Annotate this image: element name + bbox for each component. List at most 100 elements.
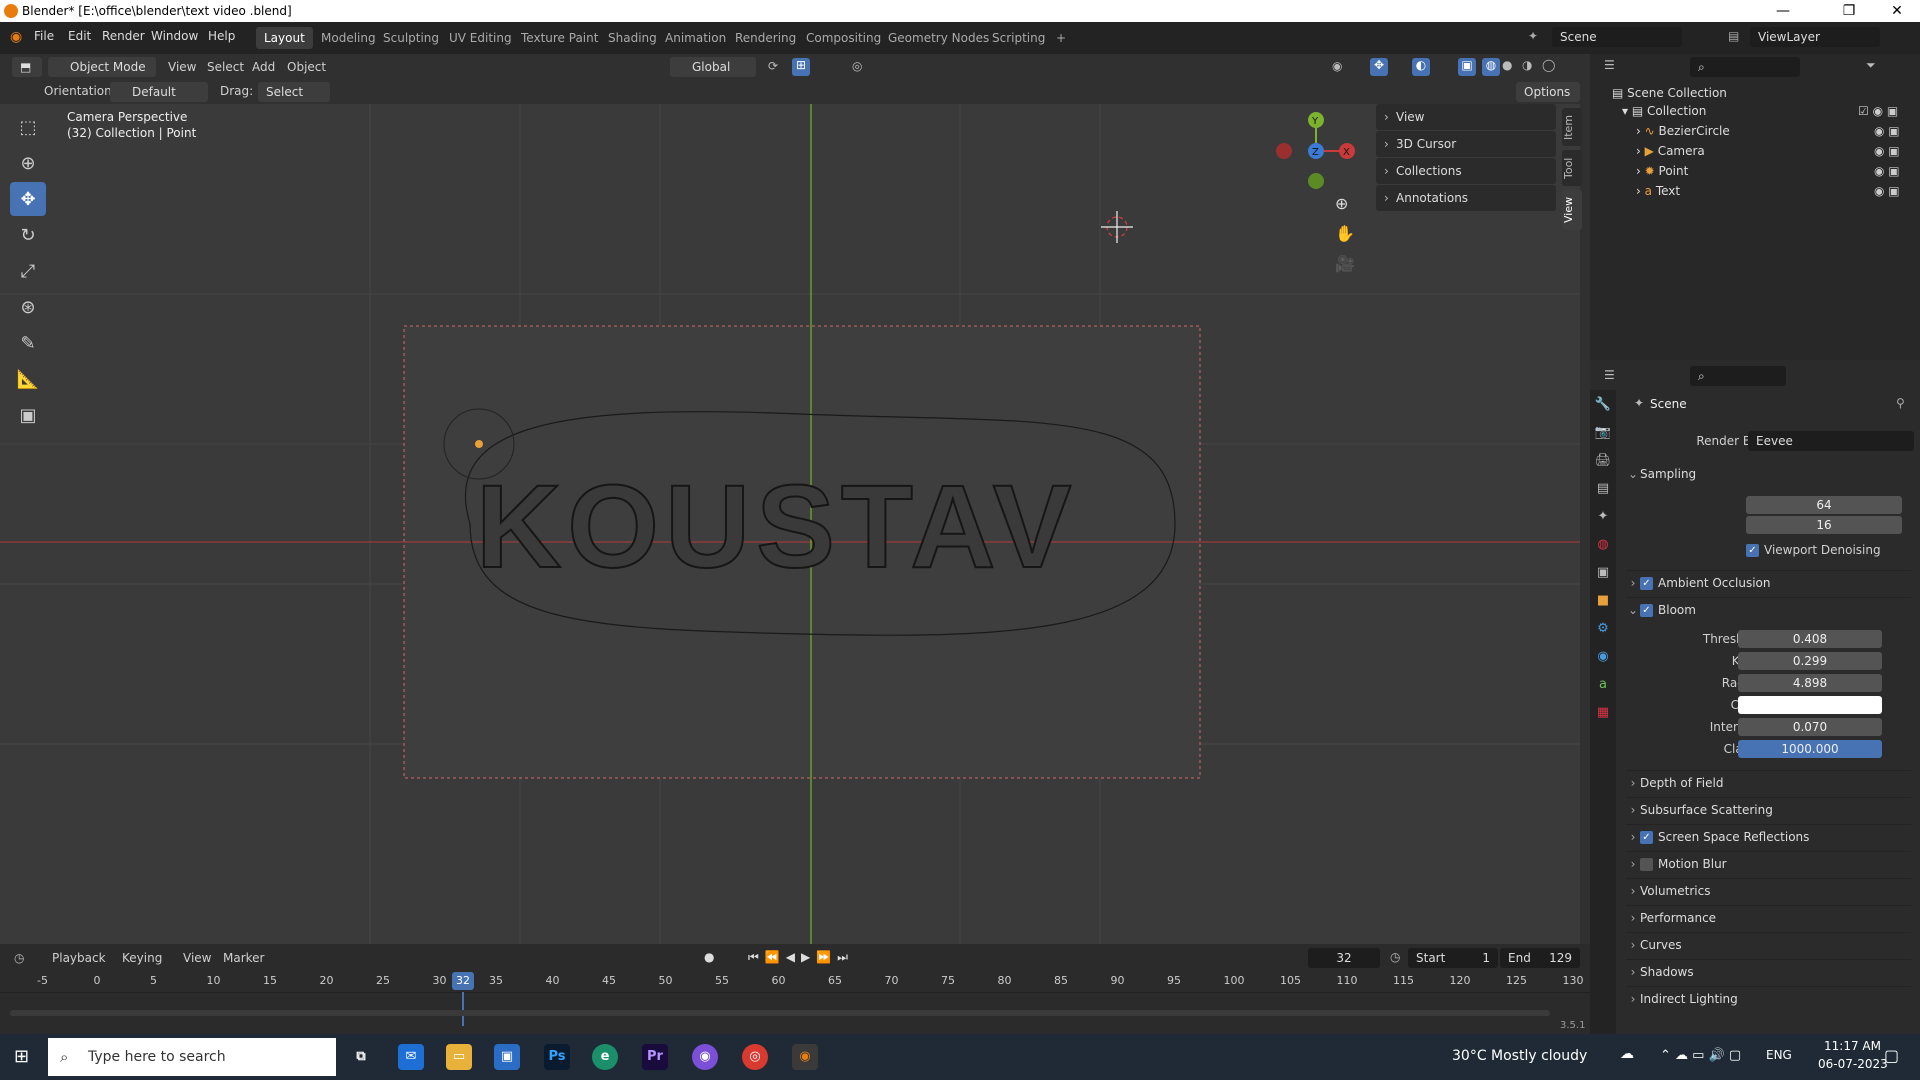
section-performance[interactable]: › Performance	[1626, 905, 1911, 929]
blender-app-icon[interactable]: ◉	[792, 1044, 818, 1070]
current-frame-marker[interactable]: 32	[452, 972, 474, 990]
menu-help[interactable]: Help	[208, 29, 235, 43]
cursor-tool-icon[interactable]: ⊕	[10, 146, 46, 180]
file-explorer-icon[interactable]: ▭	[446, 1044, 472, 1070]
pan-hand-icon[interactable]: ✋	[1335, 224, 1355, 243]
premiere-app-icon[interactable]: Pr	[642, 1044, 668, 1070]
panel-view[interactable]: View	[1376, 104, 1556, 130]
photoshop-app-icon[interactable]: Ps	[544, 1044, 570, 1070]
3d-viewport[interactable]: Y X Z Camera Perspective (32) Collection…	[0, 104, 1580, 944]
playback-controls-icon[interactable]: ⏮⏪◀▶⏩⏭	[748, 950, 854, 965]
pin-icon[interactable]: ⚲	[1896, 396, 1905, 410]
radius-field[interactable]: 4.898	[1738, 674, 1882, 692]
outliner-editor-icon[interactable]: ☰	[1604, 58, 1615, 72]
view-layer-tab-icon[interactable]: ▤	[1590, 474, 1616, 502]
tab-compositing[interactable]: Compositing	[798, 27, 889, 49]
world-tab-icon[interactable]: ◍	[1590, 530, 1616, 558]
threshold-field[interactable]: 0.408	[1738, 630, 1882, 648]
proportional-edit-icon[interactable]: ◎	[852, 59, 862, 73]
text-object-koustav[interactable]: KOUSTAV	[475, 459, 1077, 595]
scene-field[interactable]: Scene	[1552, 27, 1682, 47]
record-icon[interactable]: ●	[704, 950, 714, 964]
section-subsurface-scattering[interactable]: › Subsurface Scattering	[1626, 797, 1911, 821]
header-menu-object[interactable]: Object	[287, 60, 326, 74]
language-indicator[interactable]: ENG	[1766, 1048, 1792, 1062]
overlay-toggle-icon[interactable]: ◐	[1412, 58, 1430, 76]
eye-icon[interactable]: ◉ ▣	[1874, 184, 1900, 198]
bloom-color-swatch[interactable]	[1738, 696, 1882, 714]
section-motion-blur[interactable]: › Motion Blur	[1626, 851, 1911, 875]
section-depth-of-field[interactable]: › Depth of Field	[1626, 770, 1911, 794]
transform-tool-icon[interactable]: ⊛	[10, 290, 46, 324]
wireframe-shading-icon[interactable]: ◍	[1482, 58, 1500, 76]
transform-orientation-select[interactable]: Global	[670, 57, 756, 77]
clock-date[interactable]: 06-07-2023	[1818, 1057, 1888, 1071]
camera-view-icon[interactable]: 🎥	[1335, 254, 1355, 273]
outliner-item-camera[interactable]: › ▶ Camera	[1636, 144, 1705, 158]
eye-icon[interactable]: ◉ ▣	[1874, 164, 1900, 178]
edge-browser-icon[interactable]: e	[592, 1044, 618, 1070]
tab-shading[interactable]: Shading	[600, 27, 665, 49]
timeline-scrollbar[interactable]	[10, 1010, 1550, 1016]
timeline-menu-marker[interactable]: Marker	[223, 951, 264, 965]
playhead[interactable]	[462, 992, 464, 1026]
data-tab-icon[interactable]: a	[1590, 670, 1616, 698]
tab-scripting[interactable]: Scripting	[984, 27, 1053, 49]
viewport-samples-field[interactable]: 16	[1746, 516, 1902, 534]
timeline-ruler[interactable]: -5 0 5 10 15 20 25 30 35 40 45 50 55 60 65 70 75 80 85 90 95…	[0, 972, 1590, 992]
orientation-select[interactable]: Default	[110, 82, 208, 102]
discord-app-icon[interactable]: ◉	[692, 1044, 718, 1070]
close-icon[interactable]: ✕	[1874, 0, 1920, 22]
section-sampling[interactable]: ⌄ Sampling	[1626, 462, 1911, 486]
sidebar-tab-view[interactable]: View	[1562, 190, 1582, 230]
visibility-icon[interactable]: ◉	[1332, 59, 1342, 73]
tab-animation[interactable]: Animation	[657, 27, 734, 49]
snap-icon[interactable]: ⊞	[792, 58, 810, 76]
visibility-toggles[interactable]: ☑ ◉ ▣	[1858, 104, 1898, 118]
modifier-tab-icon[interactable]: ⚙	[1590, 614, 1616, 642]
add-workspace-button[interactable]: +	[1048, 27, 1074, 49]
tab-texture-paint[interactable]: Texture Paint	[513, 27, 606, 49]
section-screen-space-reflections[interactable]: › ✓ Screen Space Reflections	[1626, 824, 1911, 848]
maximize-icon[interactable]: ❐	[1826, 0, 1872, 22]
drag-select[interactable]: Select Box	[258, 82, 330, 119]
output-tab-icon[interactable]: 🖨	[1590, 446, 1616, 474]
menu-window[interactable]: Window	[151, 29, 198, 43]
notification-icon[interactable]: ▢	[1884, 1046, 1899, 1065]
sidebar-tab-tool[interactable]: Tool	[1562, 150, 1582, 186]
scale-tool-icon[interactable]: ⤢	[10, 254, 46, 288]
section-bloom[interactable]: ⌄ ✓ Bloom	[1626, 597, 1911, 621]
store-app-icon[interactable]: ▣	[494, 1044, 520, 1070]
knee-field[interactable]: 0.299	[1738, 652, 1882, 670]
sidebar-tab-item[interactable]: Item	[1562, 108, 1582, 146]
tab-uv-editing[interactable]: UV Editing	[441, 27, 520, 49]
annotate-tool-icon[interactable]: ✎	[10, 326, 46, 360]
panel-collections[interactable]: Collections	[1376, 158, 1556, 184]
render-tab-icon[interactable]: 📷	[1590, 418, 1616, 446]
section-ambient-occlusion[interactable]: › ✓ Ambient Occlusion	[1626, 570, 1911, 594]
current-frame-field[interactable]: 32	[1308, 948, 1380, 968]
tab-rendering[interactable]: Rendering	[727, 27, 804, 49]
tray-icons[interactable]: ⌃ ☁ ▭ 🔊 ▢	[1660, 1048, 1741, 1063]
move-tool-icon[interactable]: ✥	[10, 182, 46, 216]
options-button[interactable]: Options	[1516, 82, 1580, 102]
zoom-icon[interactable]: ⊕	[1335, 194, 1348, 213]
timeline-editor-icon[interactable]: ◷	[14, 951, 24, 965]
physics-tab-icon[interactable]: ◉	[1590, 642, 1616, 670]
solid-shading-icon[interactable]: ●	[1502, 58, 1512, 72]
pivot-icon[interactable]: ⟳	[768, 59, 778, 73]
mode-select[interactable]: Object Mode	[48, 57, 156, 77]
section-shadows[interactable]: › Shadows	[1626, 959, 1911, 983]
render-samples-field[interactable]: 64	[1746, 496, 1902, 514]
minimize-icon[interactable]: —	[1760, 0, 1806, 22]
outliner-item-point[interactable]: › ✹ Point	[1636, 164, 1688, 178]
gizmo-toggle-icon[interactable]: ✥	[1370, 58, 1388, 76]
chrome-browser-icon[interactable]: ◎	[742, 1044, 768, 1070]
blender-menu-icon[interactable]: ◉	[10, 29, 22, 45]
stopwatch-icon[interactable]: ◷	[1390, 950, 1400, 964]
outliner-item-beziercircle[interactable]: › ∿ BezierCircle	[1636, 124, 1730, 138]
material-shading-icon[interactable]: ◑	[1522, 58, 1532, 72]
header-menu-view[interactable]: View	[168, 60, 196, 74]
collection-tab-icon[interactable]: ▣	[1590, 558, 1616, 586]
texture-tab-icon[interactable]: ▦	[1590, 698, 1616, 726]
